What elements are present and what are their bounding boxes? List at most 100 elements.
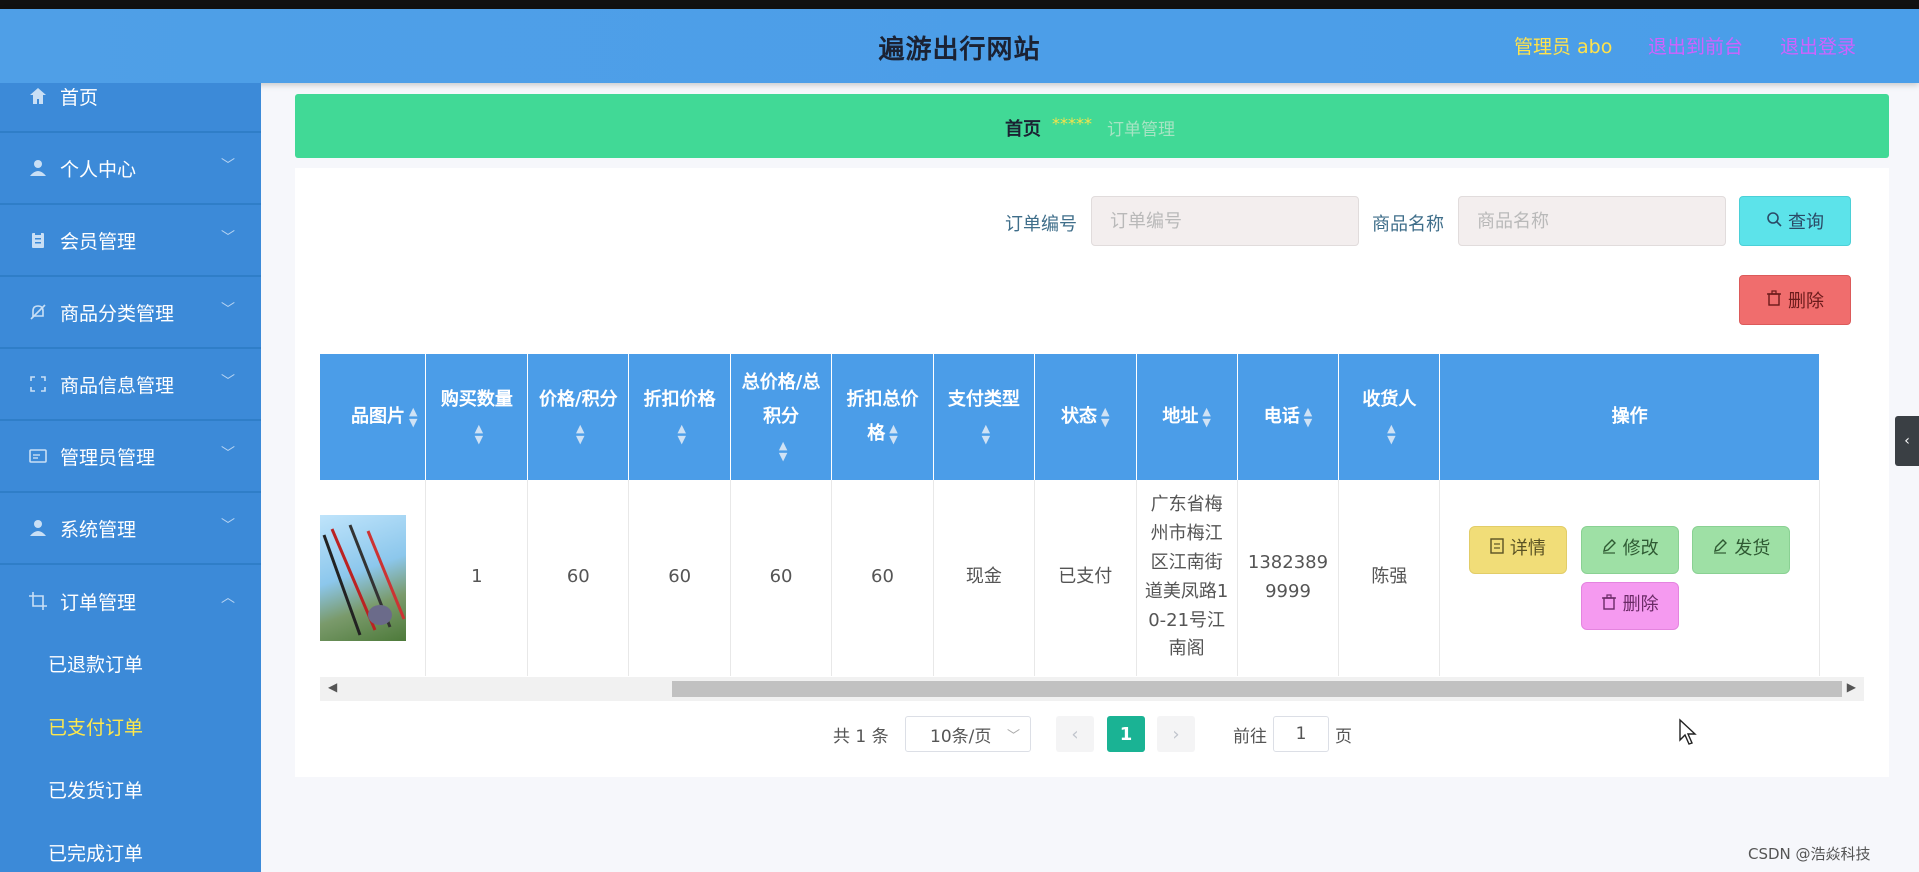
trash-icon: [1766, 289, 1782, 311]
crop-icon: [28, 591, 48, 611]
sidebar-item-label: 管理员管理: [60, 446, 156, 469]
search-icon: [1766, 211, 1782, 232]
column-header-actions: 操作: [1439, 354, 1820, 480]
discount-total-cell: 60: [831, 480, 934, 676]
column-header-discount-price[interactable]: 折扣价格 ▲ ▼: [628, 354, 732, 480]
pencil-icon: [1601, 535, 1617, 564]
scroll-right-icon[interactable]: ▶: [1847, 680, 1856, 694]
ship-button[interactable]: 发货: [1692, 525, 1791, 574]
column-header-discount-total[interactable]: 折扣总价格 ▲ ▼: [831, 354, 934, 480]
column-header-image[interactable]: 品图片 ▲ ▼: [320, 354, 427, 480]
admin-username: 管理员 abo: [1514, 36, 1613, 58]
breadcrumb-current: 订单管理: [1107, 120, 1175, 140]
sidebar-item-label: 会员管理: [60, 230, 137, 253]
sidebar-item-product-mgmt[interactable]: 商品信息管理 ﹀: [0, 349, 261, 421]
goto-label: 前往: [1233, 727, 1267, 747]
sidebar-item-system-mgmt[interactable]: 系统管理 ﹀: [0, 493, 261, 565]
sort-icon: ▲ ▼: [474, 422, 484, 446]
batch-delete-button[interactable]: 删除: [1739, 275, 1851, 325]
sort-icon: ▲ ▼: [1101, 404, 1110, 429]
prev-page-button[interactable]: ‹: [1056, 716, 1094, 752]
back-to-front-link[interactable]: 退出到前台: [1648, 32, 1743, 59]
mouse-cursor-icon: [1678, 718, 1698, 750]
sidebar-item-label: 订单管理: [60, 591, 137, 614]
pagination-total: 共 1 条: [833, 727, 889, 747]
column-header-address[interactable]: 地址 ▲ ▼: [1136, 354, 1238, 480]
chevron-down-icon: ﹀: [221, 158, 235, 174]
card-icon: [28, 446, 48, 466]
fullscreen-icon: [28, 374, 48, 394]
table-horizontal-scrollbar[interactable]: ◀ ▶: [320, 677, 1864, 701]
sidebar-item-category-mgmt[interactable]: 商品分类管理 ﹀: [0, 277, 261, 349]
goto-unit: 页: [1335, 727, 1352, 747]
sidebar-item-order-mgmt[interactable]: 订单管理 ︿: [0, 565, 261, 637]
product-name-label: 商品名称: [1372, 214, 1444, 235]
sort-icon: ▲ ▼: [409, 404, 418, 429]
column-header-status[interactable]: 状态 ▲ ▼: [1034, 354, 1137, 480]
sidebar-item-label: 系统管理: [60, 518, 137, 541]
home-icon: [28, 86, 48, 106]
sidebar-item-home[interactable]: 首页: [0, 83, 261, 133]
column-header-pay-type[interactable]: 支付类型 ▲ ▼: [933, 354, 1035, 480]
page-number-button[interactable]: 1: [1107, 716, 1145, 752]
column-header-receiver[interactable]: 收货人 ▲ ▼: [1338, 354, 1441, 480]
sort-icon: ▲ ▼: [576, 422, 585, 446]
sort-icon: ▲ ▼: [677, 422, 686, 446]
phone-cell: 13823899999: [1237, 480, 1340, 676]
sidebar-item-admin-mgmt[interactable]: 管理员管理 ﹀: [0, 421, 261, 493]
column-header-price[interactable]: 价格/积分▲ ▼: [527, 354, 630, 480]
order-no-label: 订单编号: [1005, 214, 1077, 235]
chevron-down-icon: ﹀: [221, 302, 235, 318]
product-name-input[interactable]: [1458, 196, 1726, 246]
goto-page-input[interactable]: [1273, 716, 1329, 752]
chevron-down-icon: ﹀: [221, 446, 235, 462]
submenu-shipped-orders[interactable]: 已发货订单: [48, 776, 143, 803]
row-delete-button[interactable]: 删除: [1580, 581, 1679, 630]
chevron-left-icon: ‹: [1071, 723, 1079, 745]
column-header-quantity[interactable]: 购买数量 ▲ ▼: [425, 354, 529, 480]
scrollbar-thumb[interactable]: [672, 681, 1842, 697]
submenu-refunded-orders[interactable]: 已退款订单: [48, 650, 143, 677]
chevron-right-icon: ›: [1172, 723, 1180, 745]
page-size-select[interactable]: 10条/页 ﹀: [905, 716, 1031, 752]
next-page-button[interactable]: ›: [1157, 716, 1195, 752]
receiver-cell: 陈强: [1338, 480, 1441, 676]
query-button[interactable]: 查询: [1739, 196, 1851, 246]
chevron-down-icon: ﹀: [221, 518, 235, 534]
side-panel-toggle[interactable]: ‹: [1895, 416, 1919, 466]
sidebar-item-member-mgmt[interactable]: 会员管理 ﹀: [0, 205, 261, 277]
trash-icon: [1601, 591, 1617, 620]
submenu-paid-orders[interactable]: 已支付订单: [48, 713, 143, 740]
column-header-total[interactable]: 总价格/总积分 ▲ ▼: [730, 354, 833, 480]
scroll-left-icon[interactable]: ◀: [328, 680, 337, 694]
detail-button[interactable]: 详情: [1468, 525, 1567, 574]
product-image: [320, 514, 406, 641]
submenu-completed-orders[interactable]: 已完成订单: [48, 839, 143, 866]
address-cell: 广东省梅州市梅江区江南街道美凤路10-21号江南阁: [1136, 480, 1238, 676]
actions-cell: 详情 修改 发货 删除: [1439, 480, 1820, 676]
breadcrumb-home[interactable]: 首页: [1005, 115, 1041, 141]
logout-link[interactable]: 退出登录: [1780, 32, 1856, 59]
sort-icon: ▲ ▼: [1303, 404, 1313, 429]
orders-table: 品图片 ▲ ▼ 购买数量 ▲ ▼ 价格/积分▲ ▼ 折扣价格 ▲ ▼ 总价格/总积分 ▲ ▼ 折扣…: [320, 354, 1864, 676]
chevron-left-icon: ‹: [1904, 433, 1910, 449]
edit-button[interactable]: 修改: [1580, 525, 1679, 574]
user-icon: [28, 158, 48, 178]
column-header-phone[interactable]: 电话 ▲ ▼: [1237, 354, 1340, 480]
total-cell: 60: [730, 480, 833, 676]
sort-icon: ▲ ▼: [981, 422, 991, 446]
order-no-input[interactable]: [1091, 196, 1359, 246]
breadcrumb-separator: *****: [1052, 114, 1092, 133]
clipboard-icon: [28, 230, 48, 250]
product-image-cell: [320, 480, 427, 676]
watermark: CSDN @浩焱科技: [1748, 845, 1871, 863]
chevron-down-icon: ﹀: [221, 230, 235, 246]
chevron-up-icon: ︿: [221, 590, 235, 606]
chevron-down-icon: ﹀: [1006, 729, 1020, 744]
sidebar-item-label: 商品分类管理: [60, 302, 175, 325]
sidebar-item-personal-center[interactable]: 个人中心 ﹀: [0, 133, 261, 205]
breadcrumb: 首页 ***** 订单管理: [295, 94, 1889, 158]
status-cell: 已支付: [1034, 480, 1137, 676]
sort-icon: ▲ ▼: [889, 422, 898, 446]
document-icon: [1490, 535, 1504, 564]
